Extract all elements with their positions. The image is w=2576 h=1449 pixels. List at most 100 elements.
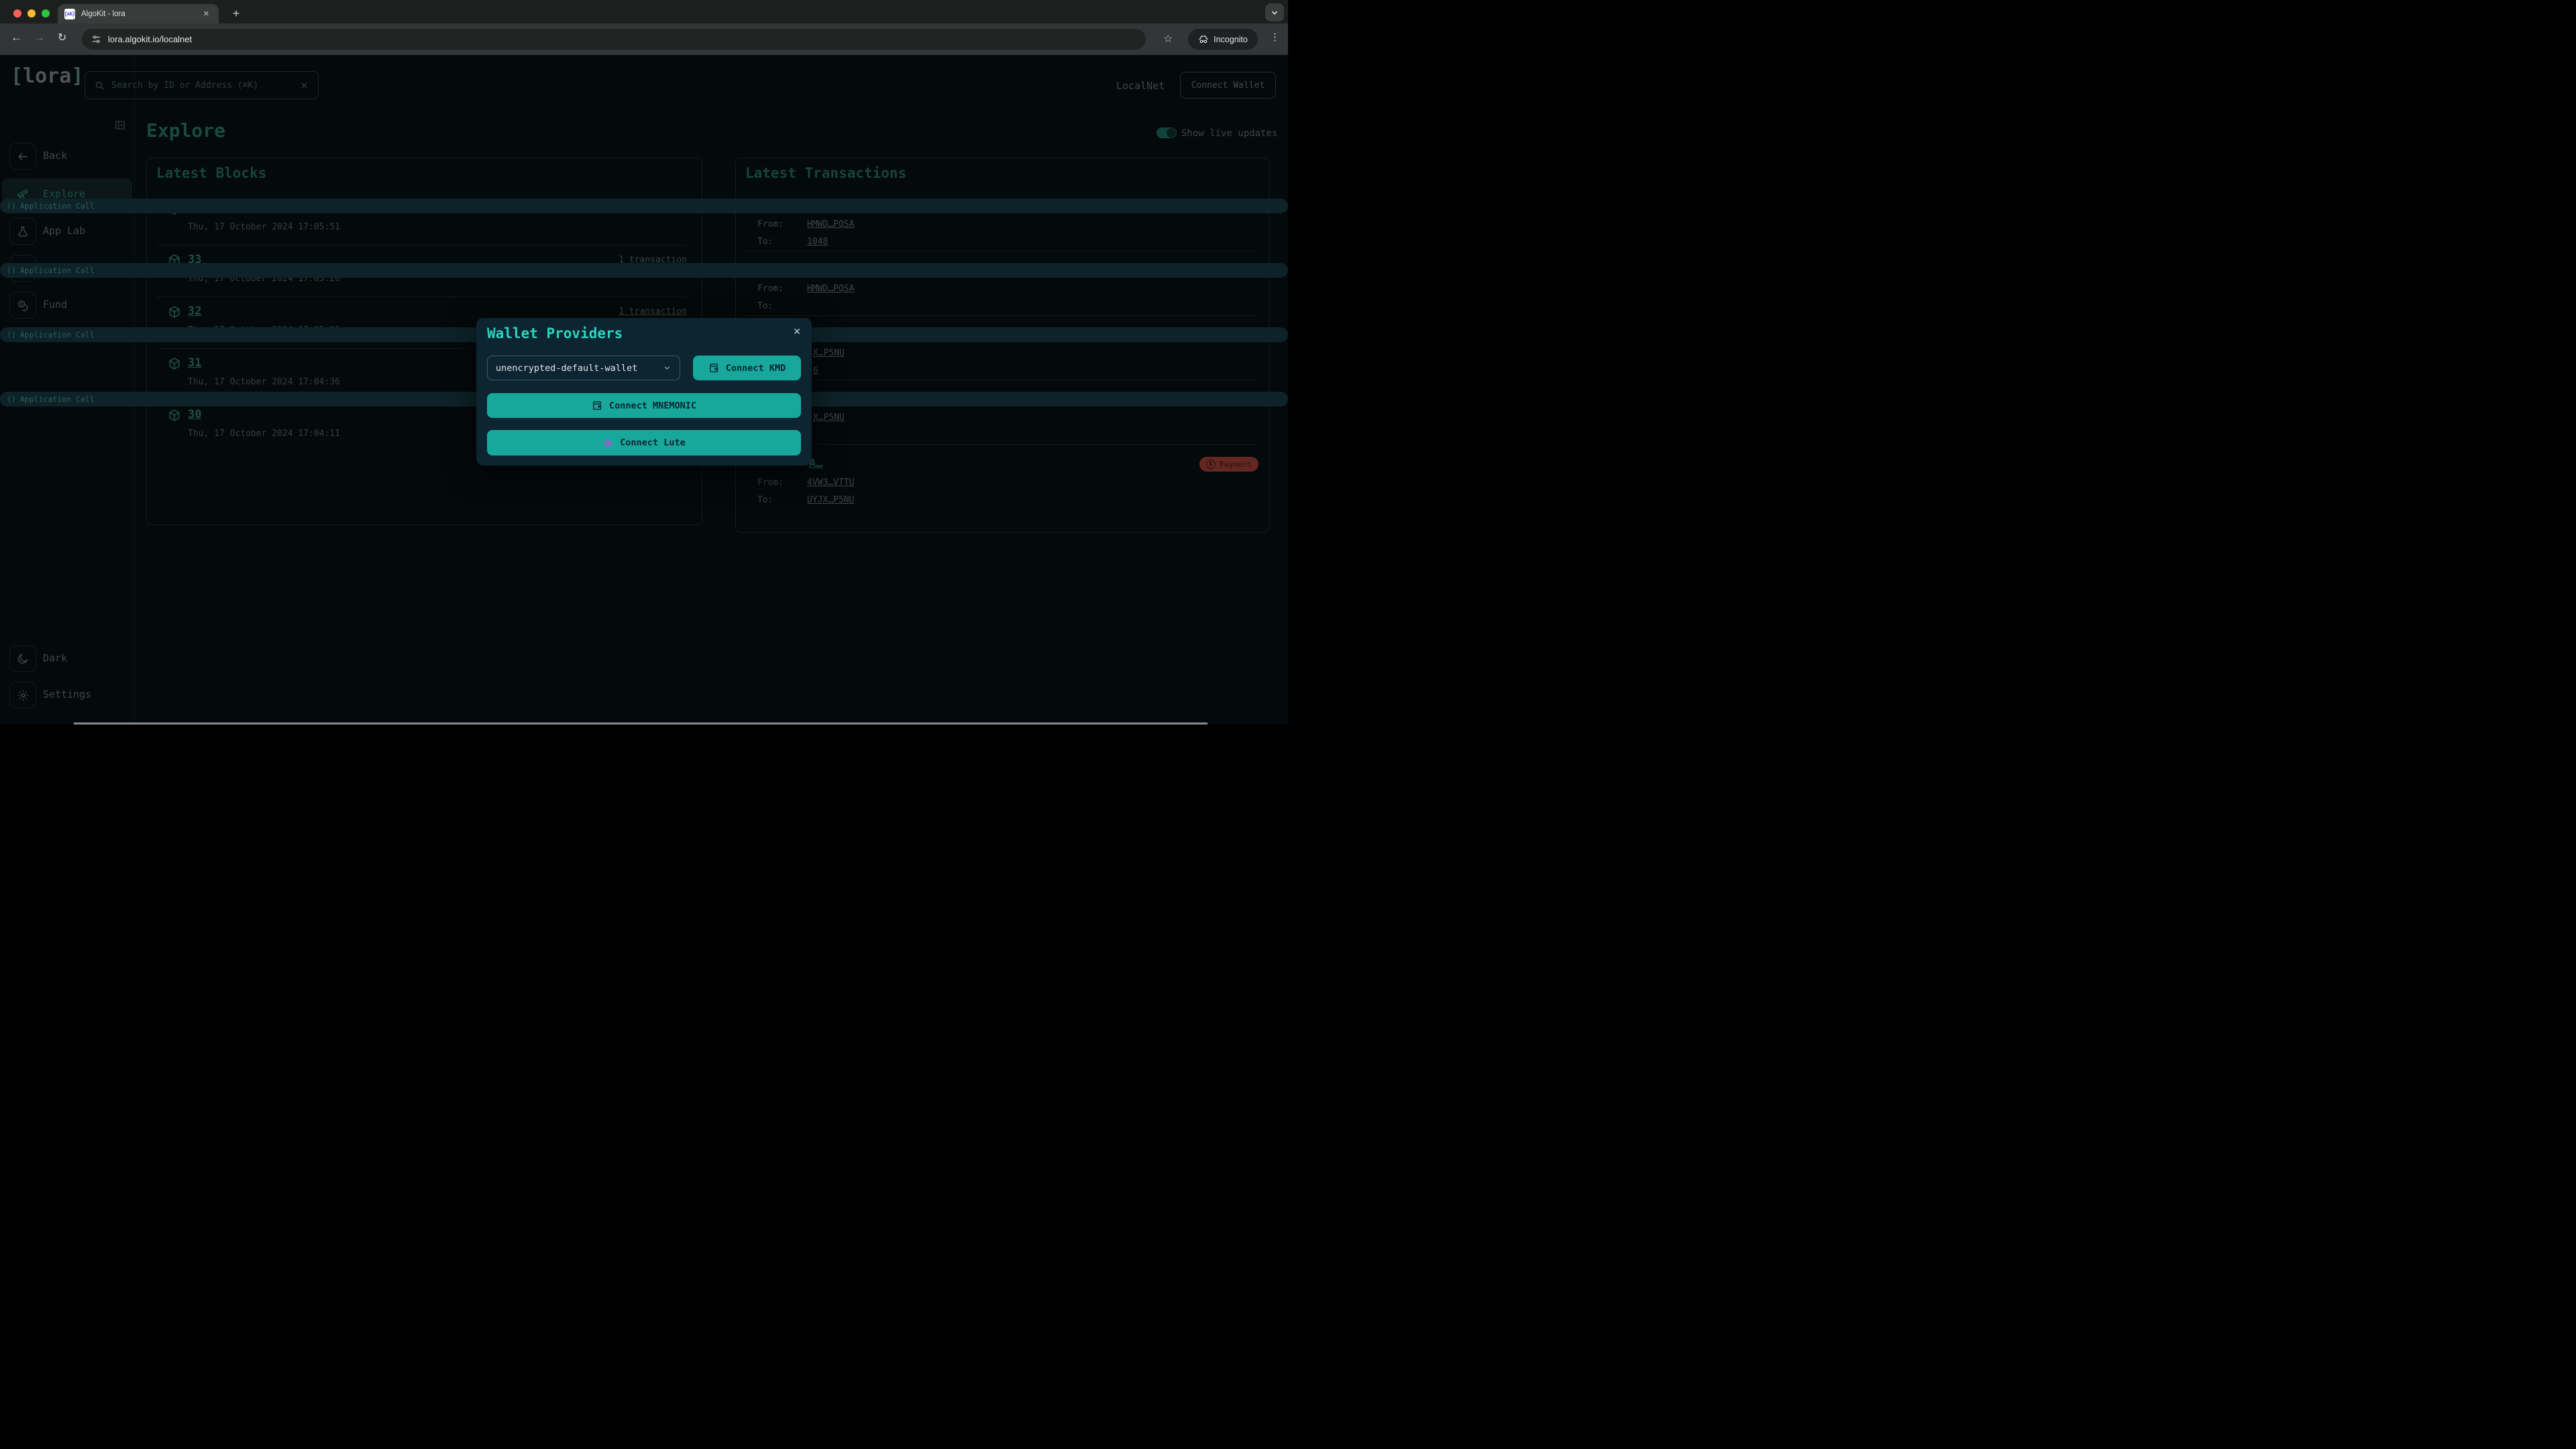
- wallet-icon: [593, 401, 602, 410]
- browser-tab[interactable]: [ak] AlgoKit - lora ✕: [58, 4, 219, 23]
- to-label: To:: [757, 237, 773, 247]
- row-divider: [156, 245, 686, 246]
- wallet-select-value: unencrypted-default-wallet: [496, 362, 638, 374]
- search-clear-icon[interactable]: [300, 81, 309, 90]
- to-address-link[interactable]: UYJX…P5NU: [807, 495, 854, 505]
- reload-icon[interactable]: ↻: [58, 31, 66, 44]
- chevron-down-icon: [1271, 11, 1278, 15]
- coins-icon: [9, 292, 36, 319]
- tab-close-icon[interactable]: ✕: [201, 8, 212, 19]
- connect-mnemonic-button[interactable]: Connect MNEMONIC: [487, 393, 801, 418]
- chevron-down-icon: [664, 366, 670, 370]
- transaction-type-badge: () Application Call: [0, 263, 1288, 278]
- site-settings-icon[interactable]: [91, 34, 101, 44]
- screen: [ak] AlgoKit - lora ✕ + ← → ↻ lora.algok…: [0, 0, 1288, 724]
- from-address-link[interactable]: X…P5NU: [813, 413, 845, 423]
- badge-label: Payment: [1219, 460, 1252, 469]
- to-label: To:: [757, 495, 773, 505]
- url-text: lora.algokit.io/localnet: [108, 34, 193, 44]
- sidebar-item-settings[interactable]: Settings: [0, 679, 134, 711]
- to-address-link[interactable]: 6: [813, 366, 818, 376]
- from-address-link[interactable]: X…P5NU: [813, 348, 845, 358]
- to-address-link[interactable]: 1048: [807, 237, 828, 247]
- incognito-badge: Incognito: [1188, 29, 1258, 50]
- macos-minimize-button[interactable]: [28, 9, 36, 17]
- toggle-knob: [1167, 128, 1176, 138]
- logo-bracket-open: [: [11, 64, 23, 88]
- lora-logo: [lora]: [11, 64, 83, 88]
- parens-icon: (): [7, 330, 16, 339]
- wallet-select[interactable]: unencrypted-default-wallet: [487, 356, 680, 380]
- latest-transactions-title: Latest Transactions: [745, 165, 907, 181]
- block-timestamp: Thu, 17 October 2024 17:04:36: [188, 377, 340, 387]
- row-divider: [746, 251, 1258, 252]
- wallet-icon: [709, 364, 718, 372]
- from-address-link[interactable]: HMWD…PQSA: [807, 284, 854, 294]
- macos-close-button[interactable]: [13, 9, 21, 17]
- parens-icon: (): [7, 394, 16, 404]
- search-input[interactable]: [111, 80, 293, 91]
- badge-label: Application Call: [19, 201, 95, 211]
- block-number-link[interactable]: 32: [188, 305, 201, 318]
- modal-close-icon[interactable]: ✕: [793, 326, 801, 337]
- to-label: To:: [757, 301, 773, 311]
- from-address-link[interactable]: 4VW3…VTTU: [807, 478, 854, 488]
- live-updates-toggle[interactable]: [1157, 127, 1177, 138]
- moon-icon: [9, 645, 36, 672]
- block-number-link[interactable]: 30: [188, 408, 201, 421]
- sidebar-collapse-button[interactable]: [114, 119, 126, 131]
- dollar-circle-icon: $: [1205, 460, 1216, 469]
- modal-title: Wallet Providers: [487, 325, 623, 341]
- tab-favicon: [ak]: [64, 8, 75, 19]
- macos-zoom-button[interactable]: [42, 9, 50, 17]
- row-divider: [746, 444, 1258, 445]
- from-label: From:: [757, 478, 784, 488]
- sidebar-item-label: App Lab: [43, 225, 86, 237]
- search-box[interactable]: [85, 71, 319, 99]
- block-number-link[interactable]: 31: [188, 356, 201, 370]
- cube-icon: [168, 409, 181, 422]
- tab-title: AlgoKit - lora: [81, 9, 125, 18]
- from-label: From:: [757, 284, 784, 294]
- back-nav-icon[interactable]: ←: [11, 31, 22, 44]
- wallet-providers-modal: Wallet Providers ✕ unencrypted-default-w…: [476, 318, 812, 466]
- tab-search-button[interactable]: [1265, 3, 1284, 21]
- badge-label: Application Call: [19, 266, 95, 275]
- lute-logo-icon: [604, 438, 612, 446]
- live-updates-label: Show live updates: [1181, 128, 1278, 139]
- from-address-link[interactable]: HMWD…PQSA: [807, 219, 854, 229]
- sidebar-item-theme-dark[interactable]: Dark: [0, 643, 134, 675]
- latest-blocks-title: Latest Blocks: [156, 165, 267, 181]
- browser-menu-icon[interactable]: ⋮: [1270, 31, 1280, 43]
- from-label: From:: [757, 219, 784, 229]
- search-icon: [95, 81, 104, 90]
- sidebar-item-back[interactable]: Back: [0, 140, 134, 172]
- transaction-type-badge: $ Payment: [1199, 457, 1258, 472]
- badge-label: Application Call: [19, 330, 95, 339]
- logo-bracket-close: ]: [71, 64, 84, 88]
- window-bottom-edge: [74, 722, 1208, 724]
- network-label: LocalNet: [1116, 80, 1165, 92]
- connect-wallet-button[interactable]: Connect Wallet: [1180, 72, 1276, 99]
- address-bar[interactable]: lora.algokit.io/localnet: [82, 29, 1146, 50]
- block-txn-count[interactable]: 1 transaction: [619, 307, 687, 317]
- bookmark-star-icon[interactable]: ☆: [1163, 34, 1173, 45]
- gear-icon: [9, 682, 36, 708]
- page-title: Explore: [146, 119, 226, 142]
- arrow-left-icon: [9, 143, 36, 170]
- new-tab-button[interactable]: +: [228, 5, 244, 21]
- connect-kmd-button[interactable]: Connect KMD: [693, 356, 801, 380]
- cube-icon: [168, 357, 181, 370]
- flask-icon: [9, 218, 36, 245]
- sidebar-item-app-lab[interactable]: App Lab: [0, 215, 134, 248]
- logo-text: lora: [23, 64, 72, 88]
- block-timestamp: Thu, 17 October 2024 17:05:51: [188, 222, 340, 232]
- sidebar-item-fund[interactable]: Fund: [0, 289, 134, 321]
- sidebar-item-label: Back: [43, 150, 68, 162]
- forward-nav-icon[interactable]: →: [34, 31, 45, 44]
- connect-lute-button[interactable]: Connect Lute: [487, 430, 801, 455]
- sidebar-item-label: Dark: [43, 652, 68, 664]
- transaction-type-badge: () Application Call: [0, 199, 1288, 213]
- connect-kmd-label: Connect KMD: [725, 362, 786, 374]
- latest-transactions-card: [735, 158, 1269, 533]
